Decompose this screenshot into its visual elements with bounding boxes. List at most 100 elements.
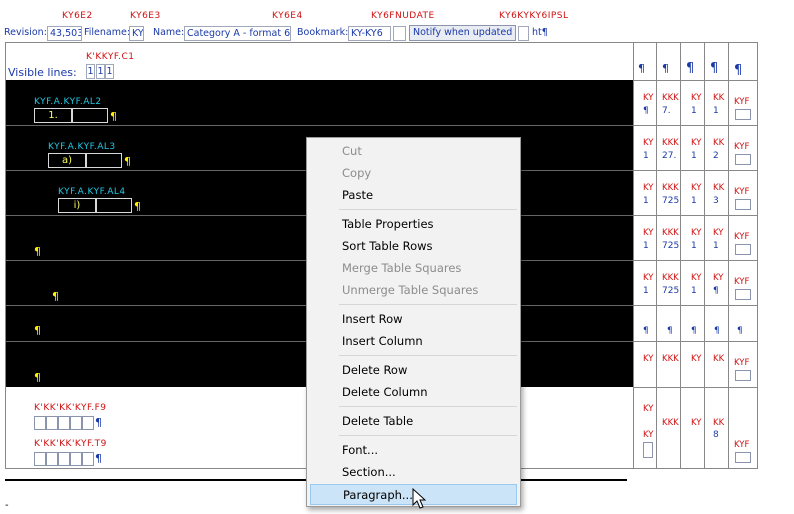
menu-item-section[interactable]: Section...: [310, 462, 517, 483]
side-field[interactable]: [735, 370, 751, 381]
side-code: KK: [713, 93, 725, 103]
side-field[interactable]: [643, 442, 653, 458]
pilcrow: ¶: [691, 326, 697, 336]
list-level-field[interactable]: 1.: [34, 108, 72, 123]
side-field[interactable]: [735, 289, 751, 300]
field-code: KY6E4: [272, 11, 303, 21]
menu-item-copy[interactable]: Copy: [310, 163, 517, 184]
pilcrow: ¶: [737, 326, 743, 336]
side-code: KY: [691, 418, 702, 428]
column-divider: [633, 42, 634, 469]
name-field[interactable]: Category A - format 6: [184, 26, 291, 41]
row-divider: [633, 305, 758, 306]
row-divider: [633, 215, 758, 216]
pilcrow: ¶: [110, 110, 117, 123]
menu-item-paste[interactable]: Paste: [310, 185, 517, 206]
footer-code: K'KK'KK'KYF.T9: [34, 439, 107, 449]
menu-item-insert-row[interactable]: Insert Row: [310, 309, 517, 330]
side-value: 7.: [662, 106, 671, 116]
bookmark-label: Bookmark:: [297, 27, 349, 38]
side-value: 1: [643, 286, 649, 296]
mouse-cursor-icon: [412, 488, 426, 509]
notify-extra-field[interactable]: [518, 26, 529, 41]
side-code: KY: [643, 183, 654, 193]
side-field[interactable]: [735, 109, 751, 120]
row-divider: [633, 170, 758, 171]
row-divider: [633, 260, 758, 261]
footer-code: K'KK'KK'KYF.F9: [34, 403, 107, 413]
field-square[interactable]: [46, 452, 58, 466]
menu-separator: [339, 209, 517, 210]
field-code: KY6KYKY6IPSL: [499, 11, 569, 21]
field-square[interactable]: [82, 452, 94, 466]
side-code: KY: [691, 273, 702, 283]
side-value: 1: [643, 151, 649, 161]
side-value: 725: [662, 196, 680, 206]
side-value: 1: [713, 106, 719, 116]
menu-item-delete-row[interactable]: Delete Row: [310, 360, 517, 381]
menu-item-cut[interactable]: Cut: [310, 141, 517, 162]
row-code: KYF.A.KYF.AL2: [34, 97, 102, 107]
filename-field[interactable]: KY: [129, 26, 144, 41]
list-level-extra-field[interactable]: [96, 198, 132, 213]
field-square[interactable]: [34, 452, 46, 466]
menu-item-delete-table[interactable]: Delete Table: [310, 411, 517, 432]
side-code: KY: [691, 354, 702, 364]
revision-field[interactable]: 43,503: [47, 26, 82, 41]
menu-item-delete-column[interactable]: Delete Column: [310, 382, 517, 403]
bookmark-field[interactable]: KY-KY6: [348, 26, 391, 41]
menu-item-table-properties[interactable]: Table Properties: [310, 214, 517, 235]
field-square[interactable]: [34, 416, 46, 430]
menu-separator: [339, 435, 517, 436]
side-value: 1: [691, 151, 697, 161]
side-code: KY: [691, 93, 702, 103]
pilcrow: ¶: [124, 155, 131, 168]
field-square[interactable]: [58, 416, 70, 430]
side-code: KY: [691, 228, 702, 238]
menu-item-unmerge-table-squares[interactable]: Unmerge Table Squares: [310, 280, 517, 301]
visible-lines-field[interactable]: 1: [96, 64, 105, 79]
filename-label: Filename:: [84, 27, 131, 38]
field-square[interactable]: [70, 452, 82, 466]
pilcrow: ¶: [134, 200, 141, 213]
menu-separator: [339, 355, 517, 356]
list-level-field[interactable]: a): [48, 153, 86, 168]
side-field[interactable]: [735, 199, 751, 210]
field-square[interactable]: [70, 416, 82, 430]
menu-item-insert-column[interactable]: Insert Column: [310, 331, 517, 352]
pilcrow: ¶: [714, 326, 720, 336]
side-code: KK: [713, 183, 725, 193]
side-value: 2: [713, 151, 719, 161]
list-level-extra-field[interactable]: [86, 153, 122, 168]
field-square[interactable]: [82, 416, 94, 430]
list-level-field[interactable]: i): [58, 198, 96, 213]
side-field[interactable]: [735, 452, 751, 463]
side-value: ¶: [713, 286, 719, 296]
side-field[interactable]: [735, 244, 751, 255]
table-top-code: K'KKYF.C1: [86, 52, 135, 62]
pilcrow: ¶: [95, 416, 102, 429]
side-value: 1: [691, 241, 697, 251]
side-field[interactable]: [735, 154, 751, 165]
side-code: KKK: [662, 138, 679, 148]
side-code: KY: [691, 183, 702, 193]
side-code: KYF: [734, 232, 750, 242]
menu-item-font[interactable]: Font...: [310, 440, 517, 461]
row-divider: [633, 387, 758, 388]
trailing-text: ht¶: [532, 27, 548, 38]
menu-item-sort-table-rows[interactable]: Sort Table Rows: [310, 236, 517, 257]
side-code: KY: [643, 404, 654, 414]
pilcrow: ¶: [34, 371, 41, 384]
field-square[interactable]: [58, 452, 70, 466]
menu-item-merge-table-squares[interactable]: Merge Table Squares: [310, 258, 517, 279]
side-value: 1: [691, 106, 697, 116]
visible-lines-field[interactable]: 1: [105, 64, 114, 79]
notify-when-updated-button[interactable]: Notify when updated: [409, 25, 516, 41]
side-value: 1: [691, 286, 697, 296]
list-level-extra-field[interactable]: [72, 108, 108, 123]
bookmark-extra-field[interactable]: [393, 26, 406, 41]
visible-lines-field[interactable]: 1: [86, 64, 95, 79]
visible-lines-label: Visible lines:: [8, 66, 77, 79]
side-value: 725: [662, 241, 680, 251]
field-square[interactable]: [46, 416, 58, 430]
